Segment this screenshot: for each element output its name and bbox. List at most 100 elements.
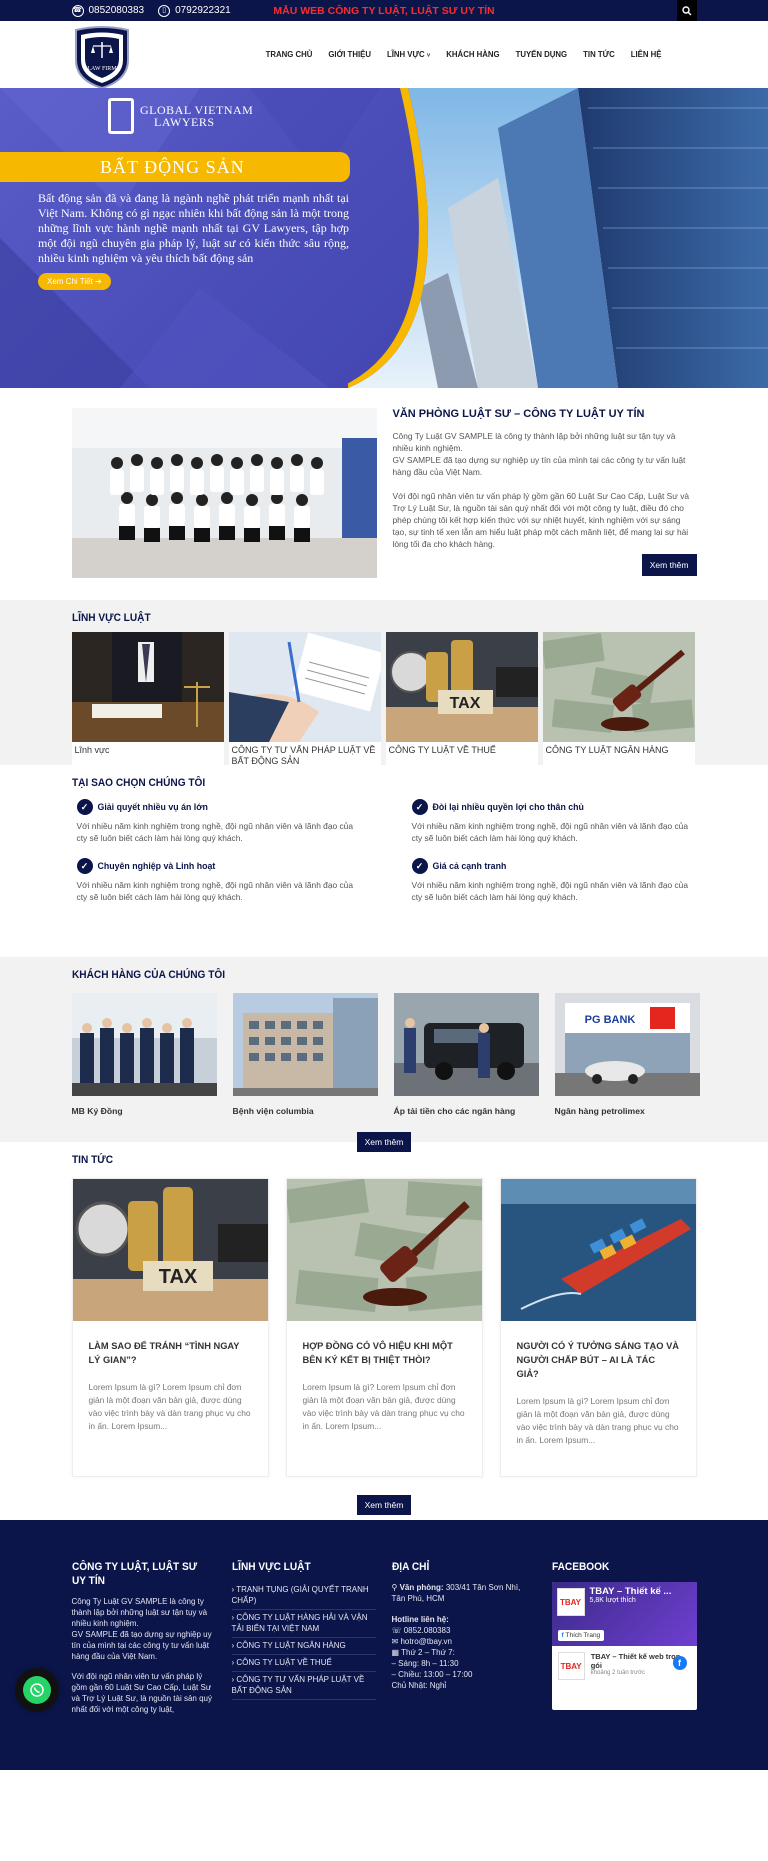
calendar-icon: ▦ bbox=[391, 1648, 402, 1657]
footer-paragraph: Với đội ngũ nhân viên tư vấn pháp lý gồm… bbox=[71, 1672, 212, 1714]
header: LAW FIRM TRANG CHỦ GIỚI THIỆU LĨNH VỰC ˅… bbox=[0, 21, 768, 90]
whatsapp-button[interactable] bbox=[15, 1668, 59, 1712]
footer-title: LĨNH VỰC LUẬT bbox=[231, 1561, 311, 1573]
svg-text:TAX: TAX bbox=[449, 695, 480, 712]
client-card[interactable]: MB Ký Đồng bbox=[71, 993, 217, 1116]
feature-text: Với nhiều năm kinh nghiệm trong nghề, độ… bbox=[76, 880, 353, 902]
facebook-icon: f bbox=[672, 1656, 687, 1670]
fb-like-button[interactable]: f Thích Trang bbox=[557, 1630, 605, 1641]
footer-title: CÔNG TY LUẬT, LUẬT SƯ UY TÍN bbox=[71, 1561, 197, 1587]
check-icon: ✓ bbox=[411, 858, 428, 874]
field-card[interactable]: TAX CÔNG TY LUẬT VỀ THUẾ bbox=[385, 632, 538, 775]
footer-contact: ĐỊA CHỈ ⚲ Văn phòng: 303/41 Tân Sơn Nhì,… bbox=[392, 1560, 536, 1724]
feature-text: Với nhiều năm kinh nghiệm trong nghề, độ… bbox=[76, 821, 353, 843]
feature-item: ✓ Giải quyết nhiều vụ án lớn Với nhiều nă… bbox=[76, 799, 382, 844]
morning-hours: – Sáng: 8h – 11:30 bbox=[391, 1659, 459, 1668]
about-paragraph: Với đội ngũ nhân viên tư vấn pháp lý gồm… bbox=[392, 491, 690, 549]
footer-link[interactable]: › TRANH TỤNG (GIẢI QUYẾT TRANH CHẤP) bbox=[231, 1582, 376, 1610]
footer-title: FACEBOOK bbox=[551, 1561, 609, 1573]
svg-text:LAW FIRM: LAW FIRM bbox=[87, 66, 117, 72]
hero-banner: BẤT ĐỘNG SẢN bbox=[0, 152, 350, 182]
top-bar: ☎ 0852080383 ▯ 0792922321 MẪU WEB CÔNG T… bbox=[0, 0, 768, 21]
client-card[interactable]: PG BANK Ngân hàng petrolimex bbox=[554, 993, 700, 1116]
cargo-ship-image bbox=[500, 1179, 696, 1321]
field-card[interactable]: CÔNG TY LUẬT NGÂN HÀNG bbox=[542, 632, 695, 775]
nav-contact[interactable]: LIÊN HỆ bbox=[631, 50, 662, 59]
svg-text:PG BANK: PG BANK bbox=[584, 1014, 635, 1026]
nav-clients[interactable]: KHÁCH HÀNG bbox=[446, 50, 499, 59]
nav-careers[interactable]: TUYỂN DỤNG bbox=[516, 50, 568, 59]
about-section: VĂN PHÒNG LUẬT SƯ – CÔNG TY LUẬT UY TÍN … bbox=[0, 388, 768, 600]
feature-text: Với nhiều năm kinh nghiệm trong nghề, độ… bbox=[411, 821, 688, 843]
news-card[interactable]: HỢP ĐỒNG CÓ VÔ HIỆU KHI MỘT BÊN KÝ KẾT B… bbox=[285, 1178, 483, 1477]
client-card[interactable]: Bệnh viện columbia bbox=[232, 993, 378, 1116]
hero-brand: GLOBAL VIETNAM LAWYERS bbox=[108, 98, 253, 134]
nav-news[interactable]: TIN TỨC bbox=[583, 50, 615, 59]
why-choose-section: TẠI SAO CHỌN CHÚNG TÔI ✓ Giải quyết nhiều… bbox=[0, 765, 768, 957]
feature-title: Chuyên nghiệp và Linh hoạt bbox=[97, 861, 216, 871]
nav-fields[interactable]: LĨNH VỰC ˅ bbox=[387, 50, 430, 59]
gavel-money-image bbox=[286, 1179, 482, 1321]
nav-about[interactable]: GIỚI THIỆU bbox=[328, 50, 371, 59]
clients-section: KHÁCH HÀNG CỦA CHÚNG TÔI MB Ký Đồng Bệnh… bbox=[0, 957, 768, 1152]
news-card[interactable]: TAX LÀM SAO ĐỂ TRÁNH “TÌNH NGAY LÝ GIAN”… bbox=[71, 1178, 269, 1477]
guards-image bbox=[71, 993, 217, 1096]
mobile-icon: ▯ bbox=[158, 4, 171, 17]
about-title: VĂN PHÒNG LUẬT SƯ – CÔNG TY LUẬT UY TÍN bbox=[392, 408, 645, 420]
footer-link[interactable]: › CÔNG TY TƯ VẤN PHÁP LUẬT VỀ BẤT ĐỘNG S… bbox=[231, 1672, 376, 1700]
feature-item: ✓ Đòi lại nhiều quyền lợi cho thân chủ Vớ… bbox=[382, 799, 697, 844]
footer-title: ĐỊA CHỈ bbox=[391, 1561, 429, 1573]
hero-detail-button[interactable]: Xem Chi Tiết ➔ bbox=[38, 273, 111, 290]
feature-title: Đòi lại nhiều quyền lợi cho thân chủ bbox=[432, 802, 584, 812]
check-icon: ✓ bbox=[411, 799, 428, 815]
check-icon: ✓ bbox=[76, 799, 93, 815]
footer-phone[interactable]: ☏ 0852.080383 bbox=[392, 1625, 536, 1636]
brand-mark-icon bbox=[108, 98, 134, 134]
promo-text: MẪU WEB CÔNG TY LUẬT, LUẬT SƯ UY TÍN bbox=[273, 4, 495, 17]
phone-contact-1[interactable]: ☎ 0852080383 bbox=[71, 4, 144, 17]
field-card[interactable]: Lĩnh vực bbox=[71, 632, 224, 775]
main-nav: TRANG CHỦ GIỚI THIỆU LĨNH VỰC ˅ KHÁCH HÀ… bbox=[266, 50, 662, 59]
whatsapp-icon bbox=[30, 1683, 44, 1697]
footer-email[interactable]: ✉ hotro@tbay.vn bbox=[392, 1636, 536, 1647]
fb-likes: 5,8K lượt thích bbox=[589, 1597, 636, 1604]
section-title: TẠI SAO CHỌN CHÚNG TÔI bbox=[71, 777, 205, 789]
news-more-button[interactable]: Xem thêm bbox=[356, 1495, 412, 1515]
client-label: MB Ký Đồng bbox=[71, 1106, 123, 1116]
site-logo[interactable]: LAW FIRM bbox=[72, 25, 132, 90]
footer-facebook: FACEBOOK TBAY TBAY – Thiết kế ... 5,8K l… bbox=[551, 1560, 697, 1724]
phone-contact-2[interactable]: ▯ 0792922321 bbox=[158, 4, 231, 17]
hero-slider[interactable]: GLOBAL VIETNAM LAWYERS BẤT ĐỘNG SẢN Bất … bbox=[0, 88, 768, 388]
sunday-hours: Chủ Nhật: Nghỉ bbox=[391, 1681, 447, 1690]
footer-link[interactable]: › CÔNG TY LUẬT VỀ THUẾ bbox=[231, 1655, 376, 1672]
footer-link[interactable]: › CÔNG TY LUẬT NGÂN HÀNG bbox=[231, 1638, 376, 1655]
section-title: LĨNH VỰC LUẬT bbox=[71, 612, 151, 624]
footer: CÔNG TY LUẬT, LUẬT SƯ UY TÍN Công Ty Luậ… bbox=[0, 1520, 768, 1770]
section-title: KHÁCH HÀNG CỦA CHÚNG TÔI bbox=[71, 969, 225, 981]
client-card[interactable]: Áp tải tiền cho các ngân hàng bbox=[393, 993, 539, 1116]
nav-home[interactable]: TRANG CHỦ bbox=[266, 50, 313, 59]
fb-post-time: khoảng 2 tuần trước bbox=[590, 1670, 646, 1676]
news-title[interactable]: NGƯỜI CÓ Ý TƯỞNG SÁNG TẠO VÀ NGƯỜI CHẤP … bbox=[517, 1339, 680, 1381]
feature-title: Giá cả cạnh tranh bbox=[432, 861, 507, 871]
fb-page-name[interactable]: TBAY – Thiết kế ... bbox=[590, 1586, 691, 1597]
tax-coins-image: TAX bbox=[385, 632, 538, 742]
news-title[interactable]: HỢP ĐỒNG CÓ VÔ HIỆU KHI MỘT BÊN KÝ KẾT B… bbox=[303, 1339, 466, 1367]
facebook-page-widget[interactable]: TBAY TBAY – Thiết kế ... 5,8K lượt thích… bbox=[551, 1582, 697, 1710]
feature-item: ✓ Chuyên nghiệp và Linh hoạt Với nhiều nă… bbox=[76, 858, 382, 903]
phone-icon: ☎ bbox=[71, 4, 84, 17]
news-title[interactable]: LÀM SAO ĐỂ TRÁNH “TÌNH NGAY LÝ GIAN”? bbox=[89, 1339, 252, 1367]
field-card[interactable]: CÔNG TY TƯ VẤN PHÁP LUẬT VỀ BẤT ĐỘNG SẢN bbox=[228, 632, 381, 775]
footer-about: CÔNG TY LUẬT, LUẬT SƯ UY TÍN Công Ty Luậ… bbox=[72, 1560, 216, 1724]
news-card[interactable]: NGƯỜI CÓ Ý TƯỞNG SÁNG TẠO VÀ NGƯỜI CHẤP … bbox=[499, 1178, 697, 1477]
section-title: TIN TỨC bbox=[71, 1154, 113, 1166]
search-button[interactable] bbox=[676, 0, 697, 21]
svg-text:TAX: TAX bbox=[158, 1266, 197, 1288]
afternoon-hours: – Chiều: 13:00 – 17:00 bbox=[391, 1670, 473, 1679]
about-more-button[interactable]: Xem thêm bbox=[641, 554, 697, 576]
fields-section: LĨNH VỰC LUẬT Lĩnh vực CÔNG TY TƯ VẤN PH… bbox=[0, 600, 768, 775]
client-label: Bệnh viện columbia bbox=[232, 1106, 314, 1116]
footer-link[interactable]: › CÔNG TY LUẬT HÀNG HẢI VÀ VẬN TẢI BIỂN … bbox=[231, 1610, 376, 1638]
gavel-money-image bbox=[542, 632, 695, 742]
search-icon bbox=[681, 5, 691, 15]
